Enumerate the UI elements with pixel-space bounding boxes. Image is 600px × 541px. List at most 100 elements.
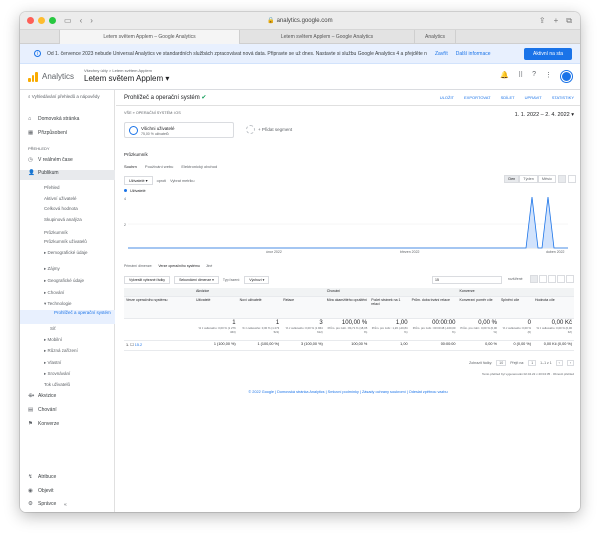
sidebar-item-custom[interactable]: ▸ Vlastní xyxy=(20,360,115,366)
sidebar-item-user-explorer[interactable]: Průzkumník uživatelů xyxy=(20,239,115,244)
col-header-sessions[interactable]: Relace xyxy=(281,296,325,319)
prev-page-icon[interactable]: ‹ xyxy=(555,360,563,366)
sidebar-item-admin[interactable]: ⚙ Správce xyxy=(20,501,115,507)
sidebar-item-geo[interactable]: ▸ Geografické údaje xyxy=(20,278,115,284)
table-search-input[interactable]: 15 xyxy=(432,276,502,284)
sidebar-toggle-icon[interactable]: ▭ xyxy=(64,12,72,30)
col-header-users[interactable]: Uživatelé xyxy=(194,296,238,319)
tab-3[interactable]: Analytics xyxy=(415,30,457,44)
minimize-window-button[interactable] xyxy=(38,17,45,24)
pie-view-icon[interactable] xyxy=(539,275,547,283)
sidebar-item-browser-os[interactable]: Prohlížeč a operační systém xyxy=(20,310,115,324)
rows-per-page-select[interactable]: 10 xyxy=(496,360,507,366)
subtab-summary[interactable]: Souhrn xyxy=(124,164,137,169)
next-page-icon[interactable]: › xyxy=(566,360,574,366)
sidebar-item-benchmark[interactable]: ▸ Srovnávání xyxy=(20,371,115,377)
report-search[interactable]: ⌕ Vyhledávání přehledů a nápovědy xyxy=(20,90,114,104)
sidebar-item-lifetime-value[interactable]: Celková hodnota xyxy=(20,206,115,211)
share-icon[interactable]: ⇪ xyxy=(539,12,546,30)
motion-chart-icon[interactable] xyxy=(568,175,576,183)
tab-2[interactable]: Letem světem Applem – Google Analytics xyxy=(240,30,415,44)
advanced-filter-link[interactable]: rozšířené xyxy=(508,277,523,281)
period-day-button[interactable]: Den xyxy=(504,175,520,183)
sidebar-item-demographics[interactable]: ▸ Demografické údaje xyxy=(20,250,115,256)
sidebar-item-users-flow[interactable]: Tok uživatelů xyxy=(20,382,115,387)
col-header-goal-value[interactable]: Hodnota cíle xyxy=(533,296,574,319)
report-breadcrumb[interactable]: VŠE » OPERAČNÍ SYSTÉM: iOS xyxy=(124,111,181,115)
zoom-window-button[interactable] xyxy=(49,17,56,24)
tab-1[interactable]: Letem světem Applem – Google Analytics xyxy=(60,30,240,44)
address-bar[interactable]: 🔒 analytics.google.com xyxy=(200,15,400,27)
sidebar-item-home[interactable]: ⌂ Domovská stránka xyxy=(20,116,115,122)
col-header-pages-per-session[interactable]: Počet stránek na 1 relaci xyxy=(369,296,410,319)
sidebar-item-active-users[interactable]: Aktivní uživatelé xyxy=(20,196,115,201)
performance-view-icon[interactable] xyxy=(548,275,556,283)
banner-close-link[interactable]: Zavřít xyxy=(435,51,448,57)
table-row[interactable]: 1. ☐ 15.2 1 (100,00 %) 1 (100,00 %) 3 (1… xyxy=(124,340,574,351)
close-window-button[interactable] xyxy=(27,17,34,24)
edit-button[interactable]: UPRAVIT xyxy=(525,95,542,100)
row-checkbox[interactable]: ☐ xyxy=(130,343,133,347)
sidebar-item-behavior-main[interactable]: ▤ Chování xyxy=(20,407,115,413)
select-metric-link[interactable]: Vybrat metriku xyxy=(170,179,194,183)
col-header-goal-completions[interactable]: Splnění cíle xyxy=(498,296,533,319)
comparison-view-icon[interactable] xyxy=(557,275,565,283)
other-dimension-link[interactable]: Jiné xyxy=(206,264,212,268)
back-icon[interactable]: ‹ xyxy=(80,12,83,30)
line-chart-icon[interactable] xyxy=(558,175,566,183)
sidebar-item-mobile[interactable]: ▸ Mobilní xyxy=(20,337,115,343)
col-header-new-users[interactable]: Noví uživatelé xyxy=(237,296,282,319)
apps-grid-icon[interactable]: ⠿ xyxy=(518,71,523,82)
sidebar-item-network[interactable]: Síť xyxy=(20,326,115,331)
segment-all-users[interactable]: Všichni uživatelé 75,00 % uživatelů xyxy=(124,122,234,138)
sidebar-item-discover[interactable]: ◉ Objevit xyxy=(20,488,115,494)
sidebar-item-audience[interactable]: 👤 Publikum xyxy=(20,170,115,180)
sidebar-item-explorer[interactable]: Průzkumník xyxy=(20,230,115,235)
sidebar-item-acquisition[interactable]: ⟴ Akvizice xyxy=(20,393,115,399)
sidebar-item-customization[interactable]: ▦ Přizpůsobení xyxy=(20,130,115,136)
tab-overview-icon[interactable]: ⧉ xyxy=(566,12,572,30)
sidebar-item-realtime[interactable]: ◷ V reálném čase xyxy=(20,157,115,163)
sidebar-item-attribution[interactable]: ↯ Atribuce xyxy=(20,474,115,480)
page-footer[interactable]: © 2022 Google | Domovská stránka Analyti… xyxy=(116,390,580,394)
avatar[interactable] xyxy=(561,71,572,82)
sidebar-item-behavior[interactable]: ▸ Chování xyxy=(20,290,115,296)
notifications-icon[interactable]: 🔔 xyxy=(500,71,509,82)
pivot-view-icon[interactable] xyxy=(566,275,574,283)
forward-icon[interactable]: › xyxy=(90,12,93,30)
more-vert-icon[interactable]: ⋮ xyxy=(545,71,552,82)
primary-dimension-value[interactable]: Verze operačního systému xyxy=(158,264,199,268)
sidebar-item-technology[interactable]: ▾ Technologie xyxy=(20,301,115,307)
account-breadcrumb[interactable]: Všechny účty > Letem světem Applem xyxy=(84,68,152,73)
plot-rows-button[interactable]: Vykreslit vybrané řádky xyxy=(124,276,171,284)
sidebar-item-overview[interactable]: Přehled xyxy=(20,185,115,190)
row-os-version-link[interactable]: 15.2 xyxy=(135,343,142,347)
collapse-sidebar-icon[interactable]: « xyxy=(64,502,67,508)
save-button[interactable]: ULOŽIT xyxy=(440,95,454,100)
subtab-site-usage[interactable]: Používání webu xyxy=(145,164,173,169)
secondary-dimension-select[interactable]: Sekundární dimenze ▾ xyxy=(174,276,219,284)
sidebar-item-cross-device[interactable]: ▸ Různá zařízení xyxy=(20,348,115,354)
sidebar-item-interests[interactable]: ▸ Zájmy xyxy=(20,266,115,272)
col-header-goal-conv-rate[interactable]: Konverzní poměr cíle xyxy=(457,296,499,319)
period-week-button[interactable]: Týden xyxy=(519,175,538,183)
new-tab-icon[interactable]: + xyxy=(554,12,559,30)
insights-button[interactable]: STATISTIKY xyxy=(552,95,574,100)
sort-type-select[interactable]: Výchozí ▾ xyxy=(244,276,270,284)
col-header-bounce-rate[interactable]: Míra okamžitého opuštění xyxy=(324,296,370,319)
help-icon[interactable]: ? xyxy=(532,71,536,82)
col-header-os-version[interactable]: Verze operačního systému xyxy=(124,296,194,319)
subtab-ecommerce[interactable]: Elektronický obchod xyxy=(181,164,217,169)
table-view-icon[interactable] xyxy=(530,275,538,283)
metric-select[interactable]: Uživatelé ▾ xyxy=(124,176,153,185)
col-header-avg-session[interactable]: Prům. doba trvání relace xyxy=(409,296,458,319)
share-button[interactable]: SDÍLET xyxy=(501,95,515,100)
property-selector[interactable]: Letem světem Applem ▾ xyxy=(84,74,169,83)
sidebar-item-cohort[interactable]: Skupinová analýza xyxy=(20,217,115,222)
banner-action-button[interactable]: Aktivní na sta xyxy=(524,48,572,60)
banner-more-info-link[interactable]: Další informace xyxy=(456,51,491,57)
period-month-button[interactable]: Měsíc xyxy=(537,175,556,183)
date-range-picker[interactable]: 1. 1. 2022 – 2. 4. 2022 ▾ xyxy=(515,112,574,118)
export-button[interactable]: EXPORTOVAT xyxy=(464,95,491,100)
goto-page-input[interactable]: 1 xyxy=(528,360,537,366)
